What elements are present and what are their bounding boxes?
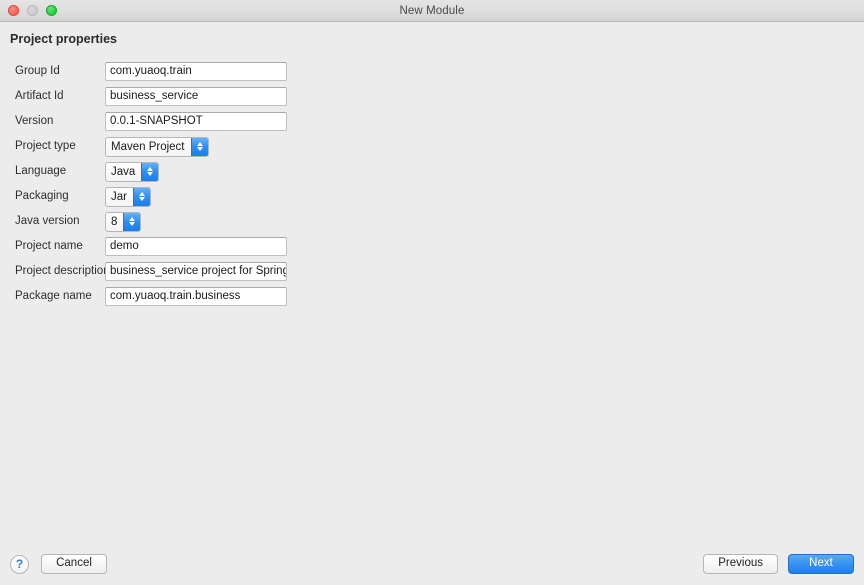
label-package-name: Package name: [15, 290, 92, 302]
form-row-package-name: Package name com.yuaoq.train.business: [0, 284, 864, 309]
label-project-description: Project description: [15, 265, 110, 277]
packaging-stepper[interactable]: Jar: [105, 186, 151, 207]
title-bar: New Module: [0, 0, 864, 22]
new-module-dialog: New Module Project properties Group Id c…: [0, 0, 864, 585]
language-value: Java: [111, 165, 136, 178]
page-title: Project properties: [10, 32, 117, 46]
traffic-light-group: [8, 5, 57, 16]
form-row-group-id: Group Id com.yuaoq.train: [0, 59, 864, 84]
form-row-project-name: Project name demo: [0, 234, 864, 259]
form-row-language: Language Java: [0, 159, 864, 184]
stepper-arrows-icon[interactable]: [123, 212, 141, 231]
window-title: New Module: [399, 4, 465, 17]
stepper-arrows-icon[interactable]: [190, 137, 208, 156]
label-project-type: Project type: [15, 140, 76, 152]
label-version: Version: [15, 115, 54, 127]
label-java-version: Java version: [15, 215, 80, 227]
project-type-stepper[interactable]: Maven Project: [105, 136, 209, 157]
java-version-value: 8: [111, 215, 118, 228]
chevron-down-icon: [196, 147, 203, 151]
stepper-arrows-icon[interactable]: [141, 162, 159, 181]
stepper-arrows-icon[interactable]: [132, 187, 150, 206]
help-button[interactable]: ?: [10, 554, 29, 574]
cancel-button[interactable]: Cancel: [41, 554, 107, 574]
maximize-window-button[interactable]: [46, 5, 57, 16]
language-stepper[interactable]: Java: [105, 161, 160, 182]
label-artifact-id: Artifact Id: [15, 90, 64, 102]
form-row-artifact-id: Artifact Id business_service: [0, 84, 864, 109]
project-description-input[interactable]: business_service project for Spring Boot: [105, 262, 287, 281]
chevron-down-icon: [129, 222, 136, 226]
project-properties-form: Group Id com.yuaoq.train Artifact Id bus…: [0, 59, 864, 309]
chevron-up-icon: [196, 142, 203, 146]
form-row-packaging: Packaging Jar: [0, 184, 864, 209]
form-row-version: Version 0.0.1-SNAPSHOT: [0, 109, 864, 134]
java-version-stepper[interactable]: 8: [105, 211, 142, 232]
form-row-java-version: Java version 8: [0, 209, 864, 234]
dialog-footer: ? Cancel Previous Next: [0, 549, 864, 585]
chevron-up-icon: [138, 192, 145, 196]
minimize-window-button[interactable]: [27, 5, 38, 16]
package-name-input[interactable]: com.yuaoq.train.business: [105, 287, 287, 306]
packaging-value: Jar: [111, 190, 127, 203]
chevron-up-icon: [147, 167, 154, 171]
label-language: Language: [15, 165, 67, 177]
form-row-project-description: Project description business_service pro…: [0, 259, 864, 284]
close-window-button[interactable]: [8, 5, 19, 16]
chevron-up-icon: [129, 217, 136, 221]
chevron-down-icon: [138, 197, 145, 201]
label-group-id: Group Id: [15, 65, 60, 77]
group-id-input[interactable]: com.yuaoq.train: [105, 62, 287, 81]
label-project-name: Project name: [15, 240, 83, 252]
next-button[interactable]: Next: [788, 554, 854, 574]
form-row-project-type: Project type Maven Project: [0, 134, 864, 159]
version-input[interactable]: 0.0.1-SNAPSHOT: [105, 112, 287, 131]
dialog-content: Project properties Group Id com.yuaoq.tr…: [0, 22, 864, 549]
project-name-input[interactable]: demo: [105, 237, 287, 256]
label-packaging: Packaging: [15, 190, 69, 202]
chevron-down-icon: [147, 172, 154, 176]
project-type-value: Maven Project: [111, 140, 185, 153]
previous-button[interactable]: Previous: [703, 554, 778, 574]
artifact-id-input[interactable]: business_service: [105, 87, 287, 106]
